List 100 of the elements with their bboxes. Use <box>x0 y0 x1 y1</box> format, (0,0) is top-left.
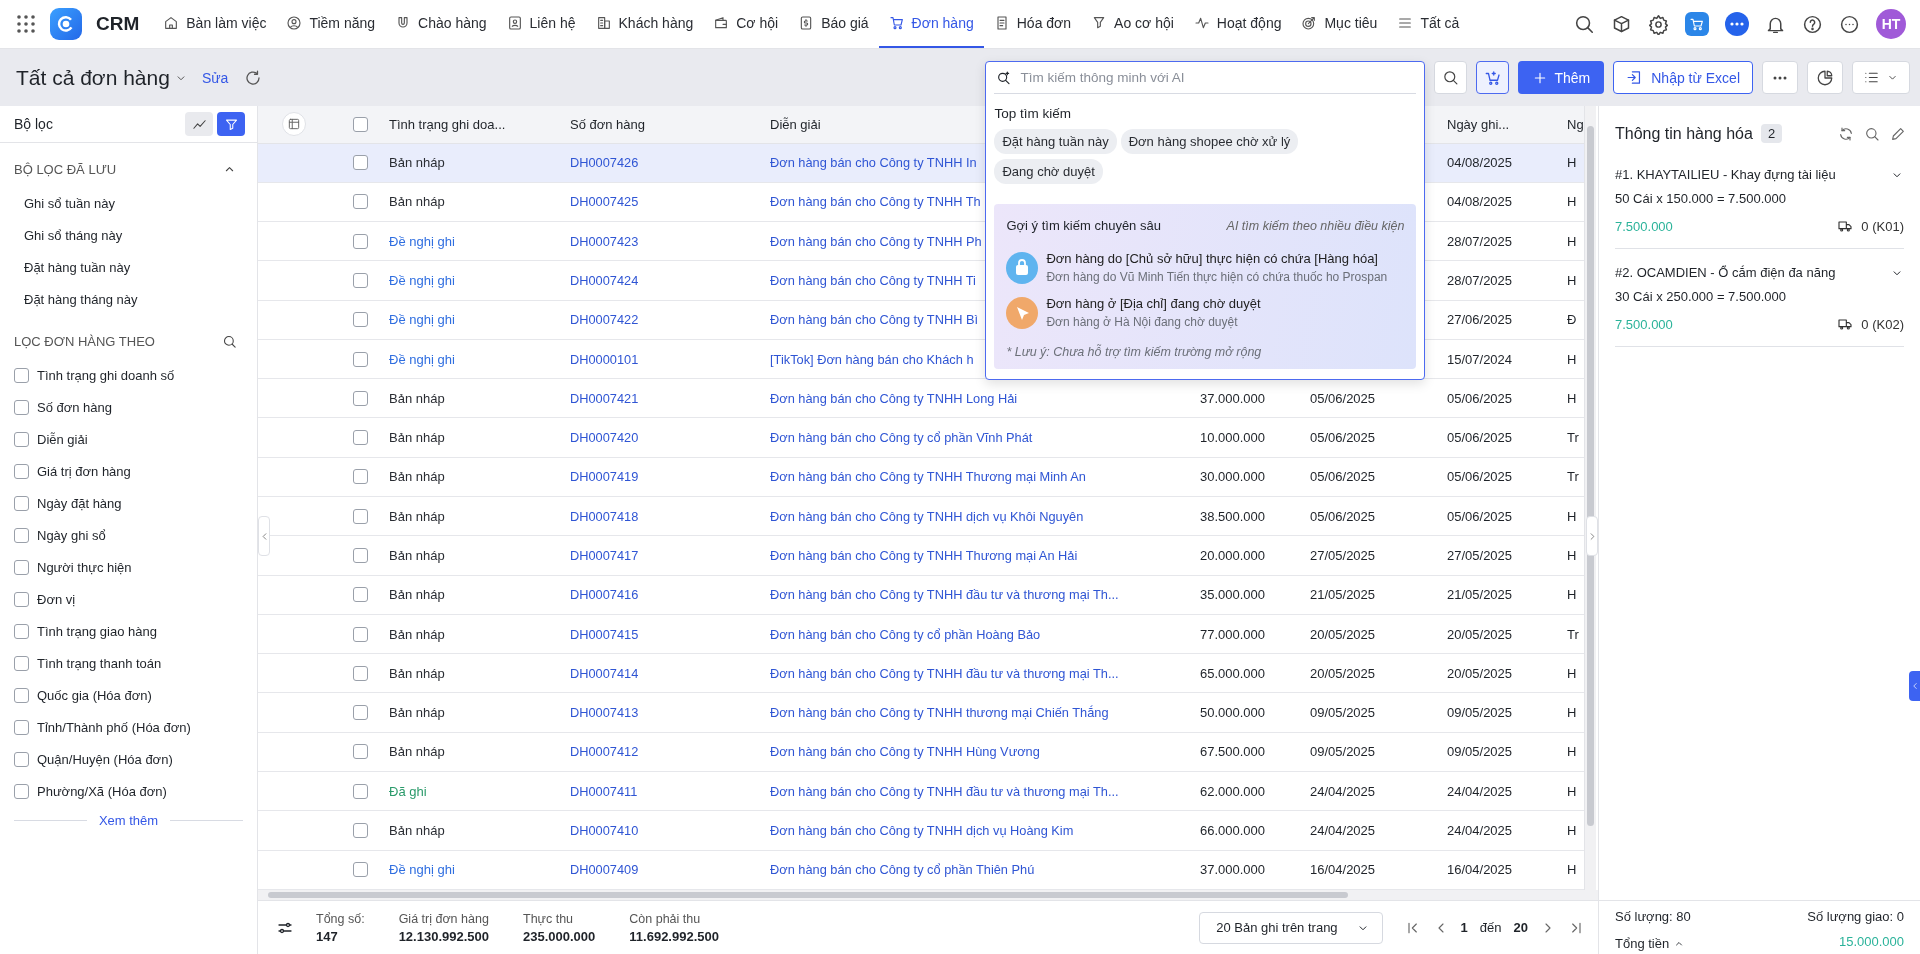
order-number-link[interactable]: DH0000101 <box>570 351 639 367</box>
checkbox[interactable] <box>14 687 29 703</box>
checkbox[interactable] <box>14 655 29 671</box>
checkbox[interactable] <box>353 312 368 328</box>
expand-panel-button[interactable] <box>1586 516 1598 556</box>
order-number-link[interactable]: DH0007410 <box>570 822 639 838</box>
description-link[interactable]: Đơn hàng bán cho Công ty TNHH Hùng Vương <box>770 744 1040 760</box>
order-number-link[interactable]: DH0007411 <box>570 783 638 799</box>
description-link[interactable]: Đơn hàng bán cho Công ty TNHH đầu tư và thương mại Th... <box>770 783 1119 799</box>
description-link[interactable]: Đơn hàng bán cho Công ty cổ phần Thiên Phú <box>770 862 1035 878</box>
search-chip[interactable]: Đặt hàng tuần này <box>994 129 1117 154</box>
checkbox[interactable] <box>14 559 29 575</box>
description-link[interactable]: Đơn hàng bán cho Công ty TNHH In <box>770 155 977 171</box>
search-button[interactable] <box>1434 61 1468 94</box>
checkbox[interactable] <box>353 116 368 132</box>
page-size-select[interactable]: 20 Bản ghi trên trang <box>1199 911 1383 944</box>
description-link[interactable]: Đơn hàng bán cho Công ty cổ phần Vĩnh Phát <box>770 430 1033 446</box>
description-link[interactable]: Đơn hàng bán cho Công ty TNHH Long Hải <box>770 390 1018 406</box>
order-number-link[interactable]: DH0007421 <box>570 390 639 406</box>
nav-tab[interactable]: Tiềm năng <box>276 0 386 48</box>
checkbox[interactable] <box>353 783 368 799</box>
nav-tab[interactable]: Mục tiêu <box>1291 0 1388 48</box>
checkbox[interactable] <box>353 587 368 603</box>
order-number-link[interactable]: DH0007413 <box>570 705 639 721</box>
settings-button[interactable] <box>1648 13 1669 35</box>
help-button[interactable] <box>1802 13 1823 35</box>
chat-button[interactable] <box>1725 12 1749 36</box>
checkbox[interactable] <box>353 626 368 642</box>
nav-tab[interactable]: Ao cơ hội <box>1081 0 1184 48</box>
refresh-button[interactable] <box>244 68 263 87</box>
order-number-link[interactable]: DH0007423 <box>570 233 639 249</box>
description-link[interactable]: Đơn hàng bán cho Công ty cổ phần Hoàng Bảo <box>770 626 1041 642</box>
nav-tab[interactable]: Báo giá <box>788 0 879 48</box>
checkbox[interactable] <box>353 508 368 524</box>
checkbox[interactable] <box>353 351 368 367</box>
search-chip[interactable]: Đơn hàng shopee chờ xử lý <box>1120 129 1299 154</box>
edit-link[interactable]: Sửa <box>201 69 229 86</box>
checkbox[interactable] <box>353 430 368 446</box>
nav-tab[interactable]: Hoạt động <box>1183 0 1292 48</box>
store-app-button[interactable] <box>1685 12 1709 36</box>
checkbox[interactable] <box>14 495 29 511</box>
search-button[interactable] <box>222 333 237 349</box>
checkbox[interactable] <box>353 705 368 721</box>
column-header[interactable]: Tình trạng ghi doa... <box>381 106 562 143</box>
checkbox[interactable] <box>14 751 29 767</box>
checkbox[interactable] <box>353 273 368 288</box>
column-header[interactable]: Số đơn hàng <box>562 106 762 143</box>
saved-filter[interactable]: Ghi sổ tuần này <box>0 187 257 219</box>
description-link[interactable]: Đơn hàng bán cho Công ty TNHH Thương mại Minh An <box>770 469 1086 485</box>
order-number-link[interactable]: DH0007425 <box>570 194 639 210</box>
description-link[interactable]: Đơn hàng bán cho Công ty TNHH dịch vụ Hoàng Kim <box>770 822 1074 838</box>
description-link[interactable]: Đơn hàng bán cho Công ty TNHH dịch vụ Khôi Nguyên <box>770 508 1084 524</box>
checkbox[interactable] <box>14 367 29 383</box>
checkbox[interactable] <box>14 591 29 607</box>
nav-tab[interactable]: Bàn làm việc <box>153 0 277 48</box>
order-number-link[interactable]: DH0007414 <box>570 665 639 681</box>
saved-filter[interactable]: Đặt hàng tháng này <box>0 283 257 315</box>
column-settings-button[interactable] <box>282 112 306 137</box>
more-button[interactable] <box>1839 13 1860 35</box>
horizontal-scrollbar[interactable] <box>258 890 1598 900</box>
chart-toggle-button[interactable] <box>185 112 213 136</box>
search-button[interactable] <box>1864 125 1880 142</box>
collapse-sidebar-button[interactable] <box>258 516 270 556</box>
description-link[interactable]: Đơn hàng bán cho Công ty TNHH Th <box>770 194 981 210</box>
description-link[interactable]: [TikTok] Đơn hàng bán cho Khách h <box>770 351 974 367</box>
checkbox[interactable] <box>14 623 29 639</box>
saved-filter[interactable]: Ghi sổ tháng này <box>0 219 257 251</box>
checkbox[interactable] <box>14 719 29 735</box>
order-number-link[interactable]: DH0007416 <box>570 587 639 603</box>
chart-button[interactable] <box>1807 61 1843 94</box>
order-number-link[interactable]: DH0007419 <box>570 469 639 485</box>
saved-filter[interactable]: Đặt hàng tuần này <box>0 251 257 283</box>
nav-tab[interactable]: Chào hàng <box>385 0 497 48</box>
import-excel-button[interactable]: Nhập từ Excel <box>1613 61 1753 94</box>
column-header[interactable]: Ng <box>1559 106 1584 143</box>
description-link[interactable]: Đơn hàng bán cho Công ty TNHH Bì <box>770 312 979 328</box>
nav-tab[interactable]: Cơ hội <box>703 0 789 48</box>
checkbox[interactable] <box>14 527 29 543</box>
checkbox[interactable] <box>14 783 29 799</box>
checkbox[interactable] <box>353 665 368 681</box>
vertical-scrollbar[interactable] <box>1584 106 1596 890</box>
nav-tab[interactable]: Hóa đơn <box>983 0 1082 48</box>
order-number-link[interactable]: DH0007417 <box>570 547 639 563</box>
checkbox[interactable] <box>353 194 368 210</box>
ai-cart-button[interactable] <box>1476 61 1510 94</box>
app-grid-icon[interactable] <box>16 14 36 34</box>
description-link[interactable]: Đơn hàng bán cho Công ty TNHH Ph <box>770 233 982 249</box>
checkbox[interactable] <box>353 547 368 563</box>
description-link[interactable]: Đơn hàng bán cho Công ty TNHH Ti <box>770 273 976 288</box>
nav-tab[interactable]: Đơn hàng <box>878 0 984 48</box>
order-number-link[interactable]: DH0007422 <box>570 312 639 328</box>
column-header[interactable]: Ngày ghi... <box>1439 106 1559 143</box>
description-link[interactable]: Đơn hàng bán cho Công ty TNHH Thương mại An Hải <box>770 547 1078 563</box>
order-number-link[interactable]: DH0007420 <box>570 430 639 446</box>
order-number-link[interactable]: DH0007412 <box>570 744 639 760</box>
add-button[interactable]: Thêm <box>1518 61 1605 94</box>
nav-tab[interactable]: Tất cả <box>1387 0 1470 48</box>
order-number-link[interactable]: DH0007415 <box>570 626 639 642</box>
logo-icon[interactable] <box>50 8 82 40</box>
checkbox[interactable] <box>14 399 29 415</box>
